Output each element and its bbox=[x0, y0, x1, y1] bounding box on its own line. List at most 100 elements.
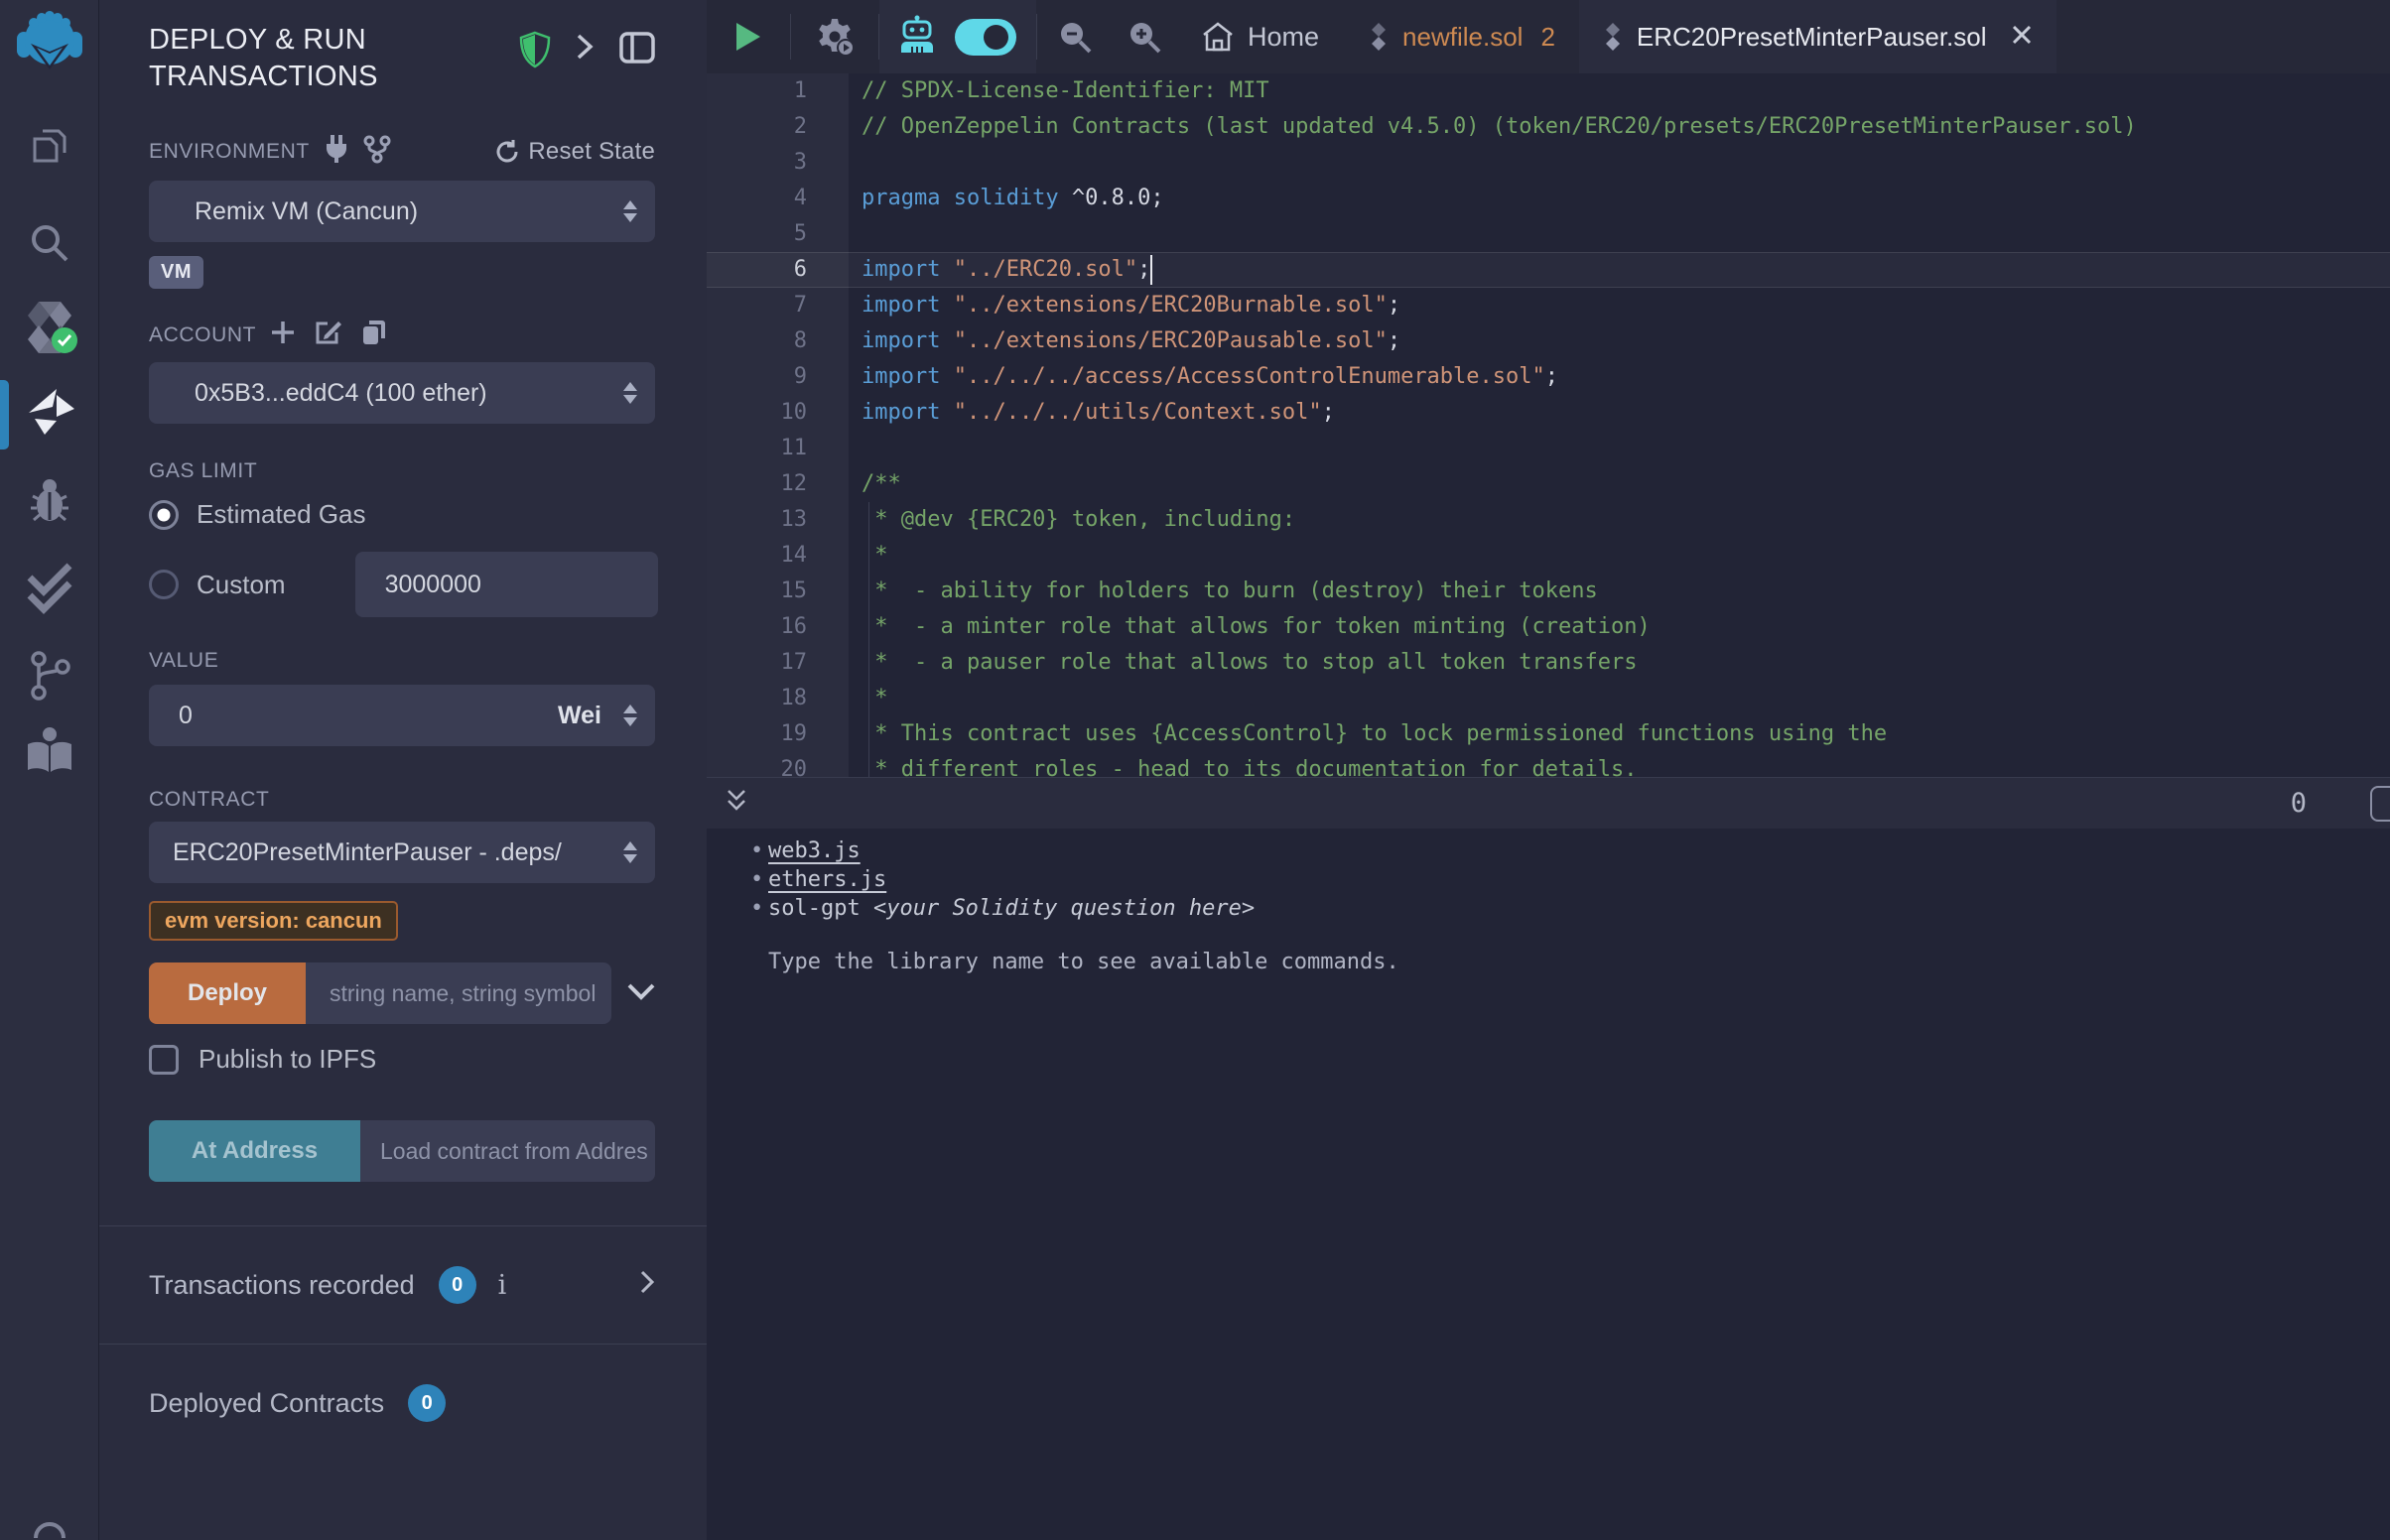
ai-copilot-robot-icon[interactable] bbox=[899, 15, 935, 60]
constructor-args-input[interactable] bbox=[306, 962, 611, 1024]
code-line[interactable]: 3 bbox=[707, 145, 2390, 181]
value-unit-select[interactable]: Wei bbox=[558, 702, 601, 730]
terminal-link[interactable]: ethers.js bbox=[768, 867, 886, 892]
terminal-link[interactable]: web3.js bbox=[768, 838, 861, 863]
code-line[interactable]: 11 bbox=[707, 431, 2390, 466]
code-line[interactable]: 9import "../../../access/AccessControlEn… bbox=[707, 359, 2390, 395]
solidity-file-icon bbox=[1369, 23, 1389, 51]
home-icon bbox=[1202, 22, 1234, 52]
file-explorer-icon[interactable] bbox=[0, 127, 99, 173]
code-line[interactable]: 16 * - a minter role that allows for tok… bbox=[707, 609, 2390, 645]
remix-logo[interactable] bbox=[0, 10, 99, 71]
git-icon[interactable] bbox=[0, 650, 99, 702]
code-line[interactable]: 19 * This contract uses {AccessControl} … bbox=[707, 716, 2390, 752]
chevron-right-icon[interactable] bbox=[576, 32, 594, 66]
close-tab-icon[interactable] bbox=[2011, 22, 2033, 53]
tab-home[interactable]: Home bbox=[1176, 0, 1345, 73]
value-amount: 0 bbox=[179, 702, 193, 730]
line-number: 5 bbox=[707, 216, 849, 252]
zoom-in-icon[interactable] bbox=[1113, 0, 1176, 73]
code-line[interactable]: 20 * different roles - head to its docum… bbox=[707, 752, 2390, 777]
debugger-icon[interactable] bbox=[0, 476, 99, 526]
at-address-input[interactable] bbox=[360, 1120, 655, 1182]
plug-icon[interactable] bbox=[324, 135, 349, 169]
run-script-button[interactable] bbox=[707, 0, 790, 73]
code-line[interactable]: 10import "../../../utils/Context.sol"; bbox=[707, 395, 2390, 431]
learneth-icon[interactable] bbox=[0, 726, 99, 774]
expand-transactions-icon[interactable] bbox=[639, 1269, 655, 1302]
code-line[interactable]: 13 * @dev {ERC20} token, including: bbox=[707, 502, 2390, 538]
tab-problem-count: 2 bbox=[1540, 22, 1554, 53]
code-editor[interactable]: 1// SPDX-License-Identifier: MIT2// Open… bbox=[707, 73, 2390, 777]
evm-version-badge: evm version: cancun bbox=[149, 901, 398, 941]
indent-guide bbox=[868, 502, 869, 777]
radio-unselected-icon[interactable] bbox=[149, 570, 179, 599]
solidity-compiler-icon[interactable] bbox=[0, 300, 99, 355]
bullet-icon: • bbox=[750, 836, 763, 865]
unit-testing-icon[interactable] bbox=[0, 562, 99, 613]
value-input-group[interactable]: 0 Wei bbox=[149, 685, 655, 746]
fork-state-icon[interactable] bbox=[363, 135, 391, 169]
ai-copilot-toggle[interactable] bbox=[955, 19, 1016, 56]
zoom-out-icon[interactable] bbox=[1037, 0, 1113, 73]
line-number: 3 bbox=[707, 145, 849, 181]
search-icon[interactable] bbox=[0, 220, 99, 266]
solidity-file-icon bbox=[1603, 23, 1623, 51]
code-line[interactable]: 14 * bbox=[707, 538, 2390, 574]
add-account-icon[interactable] bbox=[270, 320, 296, 351]
line-number: 15 bbox=[707, 574, 849, 609]
line-number: 6 bbox=[707, 252, 849, 288]
code-line[interactable]: 12/** bbox=[707, 466, 2390, 502]
copy-address-icon[interactable] bbox=[361, 319, 387, 352]
deploy-and-run-icon[interactable] bbox=[0, 387, 99, 437]
expand-terminal-icon[interactable] bbox=[725, 787, 748, 820]
expand-constructor-icon[interactable] bbox=[627, 982, 655, 1005]
deploy-button[interactable]: Deploy bbox=[149, 962, 306, 1024]
contract-label: CONTRACT bbox=[149, 788, 269, 812]
terminal-search-input[interactable] bbox=[2370, 786, 2390, 822]
script-config-icon[interactable] bbox=[791, 0, 878, 73]
code-line[interactable]: 4pragma solidity ^0.8.0; bbox=[707, 181, 2390, 216]
publish-to-ipfs-option[interactable]: Publish to IPFS bbox=[149, 1044, 655, 1075]
code-line[interactable]: 5 bbox=[707, 216, 2390, 252]
contract-select[interactable]: ERC20PresetMinterPauser - .deps/ bbox=[149, 822, 655, 883]
text-caret bbox=[1150, 255, 1152, 285]
code-line[interactable]: 15 * - ability for holders to burn (dest… bbox=[707, 574, 2390, 609]
custom-gas-option[interactable]: Custom bbox=[149, 552, 655, 617]
radio-selected-icon[interactable] bbox=[149, 500, 179, 530]
tab-newfile[interactable]: newfile.sol 2 bbox=[1345, 0, 1579, 73]
code-line[interactable]: 7import "../extensions/ERC20Burnable.sol… bbox=[707, 288, 2390, 323]
line-number: 12 bbox=[707, 466, 849, 502]
terminal-list-item[interactable]: •web3.js bbox=[768, 836, 2390, 865]
terminal-hint: Type the library name to see available c… bbox=[768, 950, 2390, 974]
pin-panel-icon[interactable] bbox=[619, 32, 655, 68]
code-lines: 1// SPDX-License-Identifier: MIT2// Open… bbox=[707, 73, 2390, 777]
sign-message-icon[interactable] bbox=[314, 319, 343, 352]
code-line[interactable]: 6import "../ERC20.sol"; bbox=[707, 252, 2390, 288]
line-number: 20 bbox=[707, 752, 849, 777]
code-line[interactable]: 18 * bbox=[707, 681, 2390, 716]
select-arrows-icon[interactable] bbox=[623, 705, 637, 726]
code-line[interactable]: 17 * - a pauser role that allows to stop… bbox=[707, 645, 2390, 681]
info-icon[interactable]: i bbox=[498, 1270, 507, 1301]
custom-gas-input[interactable] bbox=[355, 552, 658, 617]
tab-erc20presetminterpauser[interactable]: ERC20PresetMinterPauser.sol bbox=[1579, 0, 2057, 73]
line-number: 4 bbox=[707, 181, 849, 216]
icon-rail bbox=[0, 0, 99, 1540]
reset-state-button[interactable]: Reset State bbox=[494, 138, 655, 166]
settings-gear-icon[interactable] bbox=[0, 1524, 99, 1540]
terminal-output[interactable]: •web3.js•ethers.js•sol-gpt <your Solidit… bbox=[707, 829, 2390, 1540]
terminal-bar: 0 bbox=[707, 777, 2390, 829]
editor-toolbar: Home newfile.sol 2 ERC20PresetMinterPaus… bbox=[707, 0, 2390, 73]
at-address-button[interactable]: At Address bbox=[149, 1120, 360, 1182]
checkbox-icon[interactable] bbox=[149, 1045, 179, 1075]
transactions-recorded-label: Transactions recorded bbox=[149, 1270, 415, 1301]
code-line[interactable]: 2// OpenZeppelin Contracts (last updated… bbox=[707, 109, 2390, 145]
code-line[interactable]: 8import "../extensions/ERC20Pausable.sol… bbox=[707, 323, 2390, 359]
account-select[interactable]: 0x5B3...eddC4 (100 ether) bbox=[149, 362, 655, 424]
environment-select[interactable]: Remix VM (Cancun) bbox=[149, 181, 655, 242]
code-line[interactable]: 1// SPDX-License-Identifier: MIT bbox=[707, 73, 2390, 109]
terminal-list-item[interactable]: •ethers.js bbox=[768, 865, 2390, 894]
line-number: 7 bbox=[707, 288, 849, 323]
estimated-gas-option[interactable]: Estimated Gas bbox=[149, 499, 655, 530]
